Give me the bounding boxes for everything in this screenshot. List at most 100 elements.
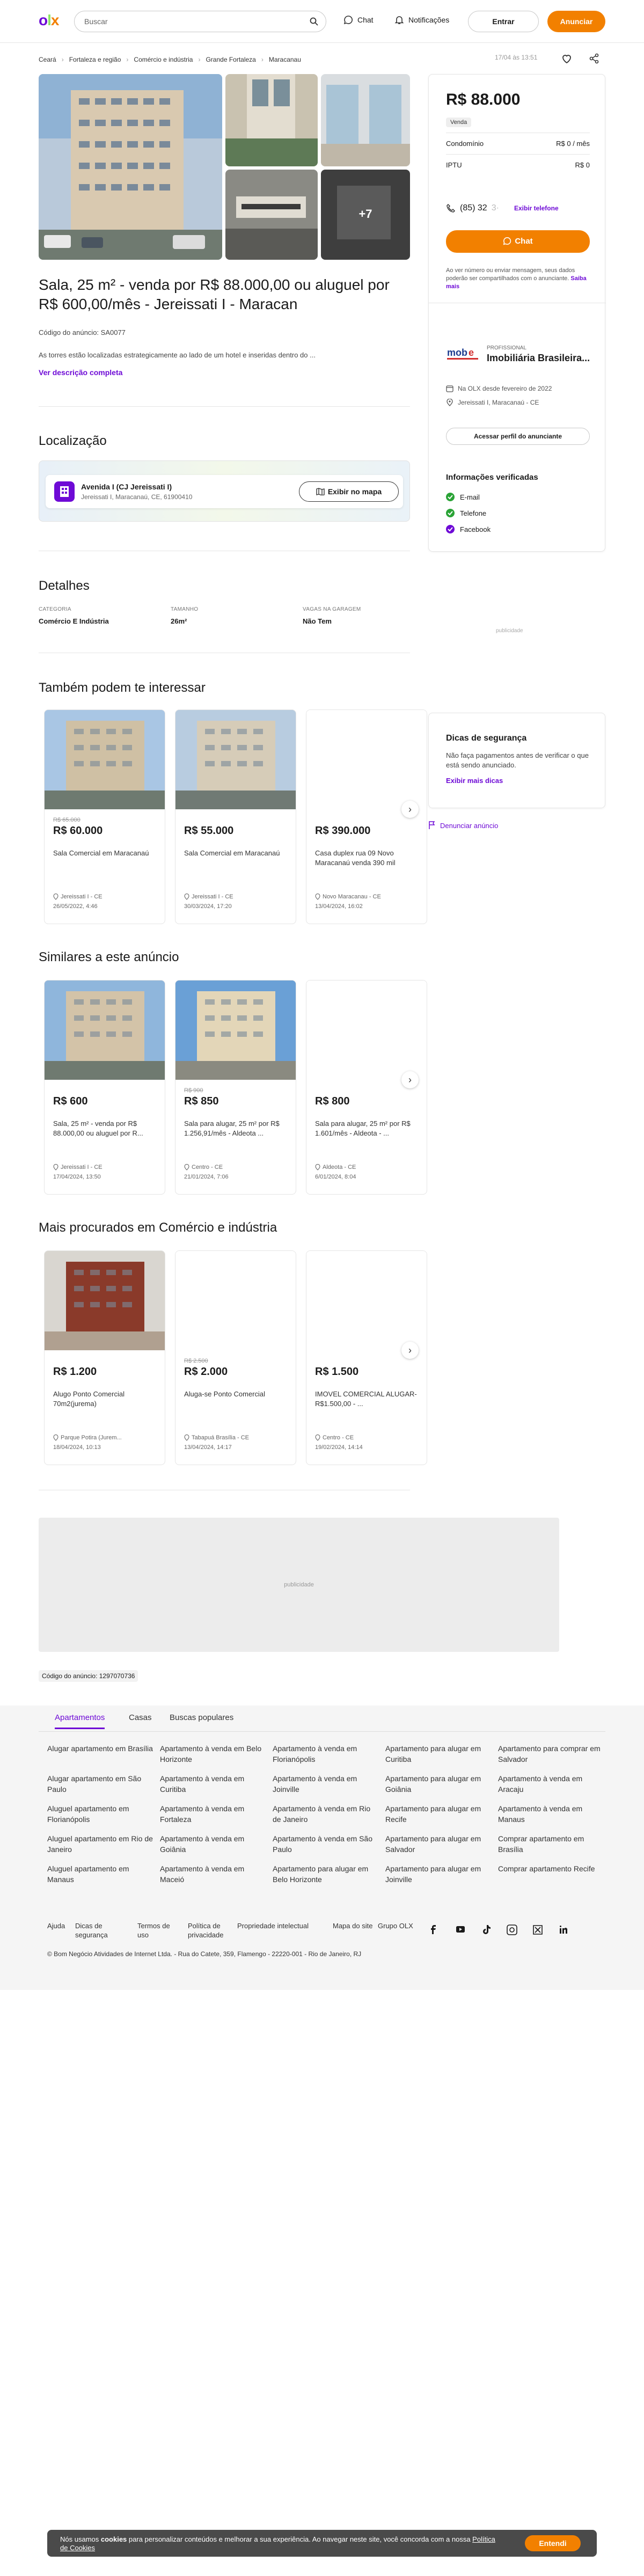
location-pin-icon bbox=[53, 1435, 58, 1441]
footer-link[interactable]: Apartamento à venda em Goiânia bbox=[160, 1833, 267, 1855]
cookie-accept-button[interactable]: Entendi bbox=[525, 2535, 581, 2551]
carousel-next-button[interactable]: › bbox=[401, 1342, 419, 1359]
footer-link[interactable]: Apartamento à venda em Curitiba bbox=[160, 1773, 267, 1795]
footer-link[interactable]: Apartamento à venda em Fortaleza bbox=[160, 1803, 267, 1825]
report-ad-link[interactable]: Denunciar anúncio bbox=[428, 821, 498, 830]
carousel-next-button[interactable]: › bbox=[401, 801, 419, 818]
divider bbox=[39, 1731, 605, 1732]
see-full-description-link[interactable]: Ver descrição completa bbox=[39, 368, 122, 377]
footer-tab[interactable]: Buscas populares bbox=[170, 1713, 233, 1722]
product-card[interactable]: R$ 600 Sala, 25 m² - venda por R$ 88.000,… bbox=[44, 980, 165, 1195]
footer-bottom-link[interactable]: Dicas de segurança bbox=[75, 1921, 116, 1940]
product-card[interactable]: R$ 55.000 Sala Comercial em Maracanaú Jere… bbox=[175, 709, 296, 924]
verified-heading: Informações verificadas bbox=[446, 473, 538, 482]
heart-icon[interactable] bbox=[561, 53, 573, 64]
footer-link[interactable]: Apartamento para alugar em Goiânia bbox=[385, 1773, 493, 1795]
advertise-button[interactable]: Anunciar bbox=[547, 11, 605, 32]
product-date: 21/01/2024, 7:06 bbox=[184, 1174, 229, 1180]
photo-5-more[interactable]: +7 bbox=[321, 170, 410, 260]
youtube-icon[interactable] bbox=[455, 1924, 466, 1935]
login-button[interactable]: Entrar bbox=[468, 11, 539, 32]
footer-link[interactable]: Apartamento à venda em Aracaju bbox=[498, 1773, 605, 1795]
product-location: Parque Potira (Jurem... bbox=[53, 1433, 122, 1442]
show-phone-link[interactable]: Exibir telefone bbox=[514, 204, 559, 212]
footer-bottom-link[interactable]: Grupo OLX bbox=[378, 1921, 419, 1930]
breadcrumb-item[interactable]: Grande Fortaleza bbox=[206, 56, 255, 63]
chat-button[interactable]: Chat bbox=[446, 230, 590, 253]
breadcrumb-item[interactable]: Fortaleza e região bbox=[69, 56, 121, 63]
footer-link[interactable]: Apartamento à venda em Joinville bbox=[273, 1773, 380, 1795]
footer-link[interactable]: Apartamento para alugar em Recife bbox=[385, 1803, 493, 1825]
product-price: R$ 1.200 bbox=[53, 1366, 97, 1378]
carousel-next-button[interactable]: › bbox=[401, 1071, 419, 1088]
product-location: Jereissati I - CE bbox=[53, 1163, 103, 1172]
footer-link[interactable]: Apartamento à venda em Manaus bbox=[498, 1803, 605, 1825]
olx-logo[interactable]: olx bbox=[39, 12, 59, 29]
product-price: R$ 1.500 bbox=[315, 1366, 359, 1378]
footer-link[interactable]: Alugar apartamento em Brasília bbox=[47, 1743, 155, 1754]
product-title: Aluga-se Ponto Comercial bbox=[184, 1390, 266, 1398]
detail-value: Comércio E Indústria bbox=[39, 617, 109, 625]
breadcrumb-item[interactable]: Ceará bbox=[39, 56, 56, 63]
product-card[interactable]: R$ 900 R$ 850 Sala para alugar, 25 m² por … bbox=[175, 980, 296, 1195]
check-icon bbox=[446, 493, 455, 501]
product-card[interactable]: R$ 1.200 Alugo Ponto Comercial 70m2(jurem… bbox=[44, 1250, 165, 1465]
product-image bbox=[306, 980, 427, 1080]
footer-link[interactable]: Apartamento para alugar em Belo Horizont… bbox=[273, 1863, 380, 1885]
photo-3[interactable] bbox=[321, 74, 410, 166]
footer-link[interactable]: Apartamento para comprar em Salvador bbox=[498, 1743, 605, 1765]
instagram-icon[interactable] bbox=[507, 1924, 517, 1935]
footer-link[interactable]: Apartamento à venda em São Paulo bbox=[273, 1833, 380, 1855]
footer-bottom-link[interactable]: Propriedade intelectual bbox=[237, 1921, 328, 1930]
product-card[interactable]: R$ 65.000 R$ 60.000 Sala Comercial em Mara… bbox=[44, 709, 165, 924]
footer-link[interactable]: Aluguel apartamento em Florianópolis bbox=[47, 1803, 155, 1825]
footer-link[interactable]: Comprar apartamento Recife bbox=[498, 1863, 605, 1874]
chevron-right-icon: › bbox=[61, 56, 64, 63]
main-photo[interactable] bbox=[39, 74, 222, 260]
footer-link[interactable]: Apartamento para alugar em Curitiba bbox=[385, 1743, 493, 1765]
more-tips-link[interactable]: Exibir mais dicas bbox=[446, 777, 503, 785]
linkedin-icon[interactable] bbox=[558, 1924, 569, 1935]
footer-link[interactable]: Comprar apartamento em Brasília bbox=[498, 1833, 605, 1855]
footer-link[interactable]: Apartamento à venda em Maceió bbox=[160, 1863, 267, 1885]
search-input[interactable]: Buscar bbox=[74, 11, 326, 32]
notifications-link[interactable]: Notificações bbox=[394, 15, 449, 25]
footer-link[interactable]: Apartamento à venda em Rio de Janeiro bbox=[273, 1803, 380, 1825]
tiktok-icon[interactable] bbox=[481, 1924, 492, 1935]
breadcrumb-item[interactable]: Comércio e indústria bbox=[134, 56, 193, 63]
chevron-right-icon: › bbox=[261, 56, 264, 63]
footer-bottom-link[interactable]: Política de privacidade bbox=[188, 1921, 229, 1940]
location-heading: Localização bbox=[39, 434, 107, 448]
photo-2[interactable] bbox=[225, 74, 318, 166]
search-icon[interactable] bbox=[310, 17, 318, 26]
location-detail: Jereissati I, Maracanaú, CE, 61900410 bbox=[81, 493, 193, 501]
footer-link[interactable]: Aluguel apartamento em Manaus bbox=[47, 1863, 155, 1885]
footer-link[interactable]: Apartamento à venda em Belo Horizonte bbox=[160, 1743, 267, 1765]
share-icon[interactable] bbox=[588, 53, 600, 64]
product-card[interactable]: R$ 2.500 R$ 2.000 Aluga-se Ponto Comercial… bbox=[175, 1250, 296, 1465]
chat-link[interactable]: Chat bbox=[343, 15, 374, 25]
facebook-icon[interactable] bbox=[429, 1924, 440, 1935]
footer-bottom-link[interactable]: Termos de uso bbox=[137, 1921, 178, 1940]
footer-tab[interactable]: Apartamentos bbox=[55, 1713, 105, 1729]
footer-tab[interactable]: Casas bbox=[129, 1713, 152, 1722]
footer-link[interactable]: Alugar apartamento em São Paulo bbox=[47, 1773, 155, 1795]
verified-list: E-mail Telefone Facebook bbox=[446, 489, 491, 537]
chevron-right-icon: › bbox=[198, 56, 201, 63]
breadcrumb-item[interactable]: Maracanau bbox=[269, 56, 301, 63]
seller-profile-button[interactable]: Acessar perfil do anunciante bbox=[446, 428, 590, 445]
footer-link[interactable]: Apartamento para alugar em Joinville bbox=[385, 1863, 493, 1885]
product-date: 18/04/2024, 10:13 bbox=[53, 1444, 101, 1451]
photo-4[interactable] bbox=[225, 170, 318, 260]
footer-link[interactable]: Apartamento à venda em Florianópolis bbox=[273, 1743, 380, 1765]
footer-bottom-link[interactable]: Ajuda bbox=[47, 1921, 73, 1930]
footer-link[interactable]: Apartamento para alugar em Salvador bbox=[385, 1833, 493, 1855]
show-map-button[interactable]: Exibir no mapa bbox=[299, 481, 399, 502]
location-pin-icon bbox=[315, 1435, 320, 1441]
x-icon[interactable] bbox=[532, 1924, 543, 1935]
footer-bottom-link[interactable]: Mapa do site bbox=[333, 1921, 374, 1930]
flag-icon bbox=[429, 821, 435, 829]
entrance-photo bbox=[225, 74, 318, 166]
footer-link[interactable]: Aluguel apartamento em Rio de Janeiro bbox=[47, 1833, 155, 1855]
detail-label: TAMANHO bbox=[171, 606, 199, 612]
